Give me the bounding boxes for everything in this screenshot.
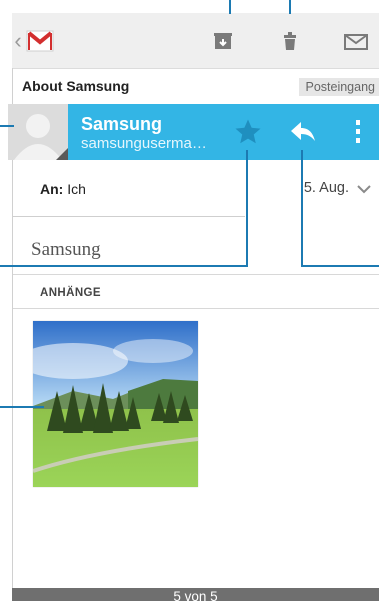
- avatar[interactable]: [8, 104, 68, 160]
- divider: [13, 274, 379, 275]
- callout-line-delete: [289, 0, 291, 14]
- recipient-label: An: Ich: [40, 181, 86, 197]
- gmail-logo-icon: [26, 30, 54, 51]
- subject-row: About Samsung Posteingang: [13, 69, 379, 103]
- overflow-menu-button[interactable]: [352, 118, 364, 146]
- reply-button[interactable]: [289, 120, 317, 146]
- archive-button[interactable]: [208, 13, 238, 68]
- sender-email: samsungusermа…: [81, 135, 207, 152]
- attachments-header: ANHÄNGE: [40, 287, 101, 299]
- star-button[interactable]: [233, 117, 263, 147]
- attachment-thumbnail[interactable]: [33, 321, 198, 487]
- mark-unread-button[interactable]: [339, 13, 373, 68]
- callout-line-reply-vertical: [301, 150, 303, 267]
- to-value: Ich: [67, 181, 86, 197]
- archive-icon: [214, 32, 232, 49]
- callout-line-attachment: [0, 406, 44, 408]
- message-date: 5. Aug.: [303, 180, 349, 196]
- sender-header[interactable]: Samsung samsungusermа…: [8, 104, 379, 160]
- callout-line-avatar: [0, 125, 14, 127]
- action-bar: ‹: [12, 13, 379, 69]
- contact-avatar-icon: [8, 104, 68, 160]
- callout-line-archive: [229, 0, 231, 14]
- back-button[interactable]: ‹: [12, 13, 56, 68]
- delete-button[interactable]: [275, 13, 305, 68]
- message-body: Samsung: [31, 239, 101, 260]
- to-label: An:: [40, 181, 64, 197]
- expand-details-button[interactable]: [357, 181, 371, 199]
- folder-label-badge[interactable]: Posteingang: [299, 78, 379, 96]
- callout-line-star-horizontal: [0, 265, 248, 267]
- callout-line-reply-horizontal: [301, 265, 379, 267]
- overflow-menu-icon: [356, 120, 360, 143]
- reply-icon: [291, 122, 315, 141]
- sender-name: Samsung: [81, 114, 163, 134]
- divider: [13, 308, 379, 309]
- recipient-row[interactable]: An: Ich 5. Aug.: [13, 160, 379, 216]
- pager-bar: 5 von 5: [12, 588, 379, 601]
- message-subject: About Samsung: [22, 78, 130, 94]
- divider: [13, 216, 245, 217]
- landscape-photo-icon: [33, 321, 198, 487]
- pager-text: 5 von 5: [173, 589, 218, 601]
- trash-icon: [284, 31, 296, 50]
- mark-unread-icon: [344, 33, 368, 50]
- chevron-down-icon: [357, 185, 371, 194]
- back-chevron-icon: ‹: [14, 27, 22, 53]
- callout-line-star-vertical: [246, 150, 248, 267]
- star-icon: [235, 119, 261, 144]
